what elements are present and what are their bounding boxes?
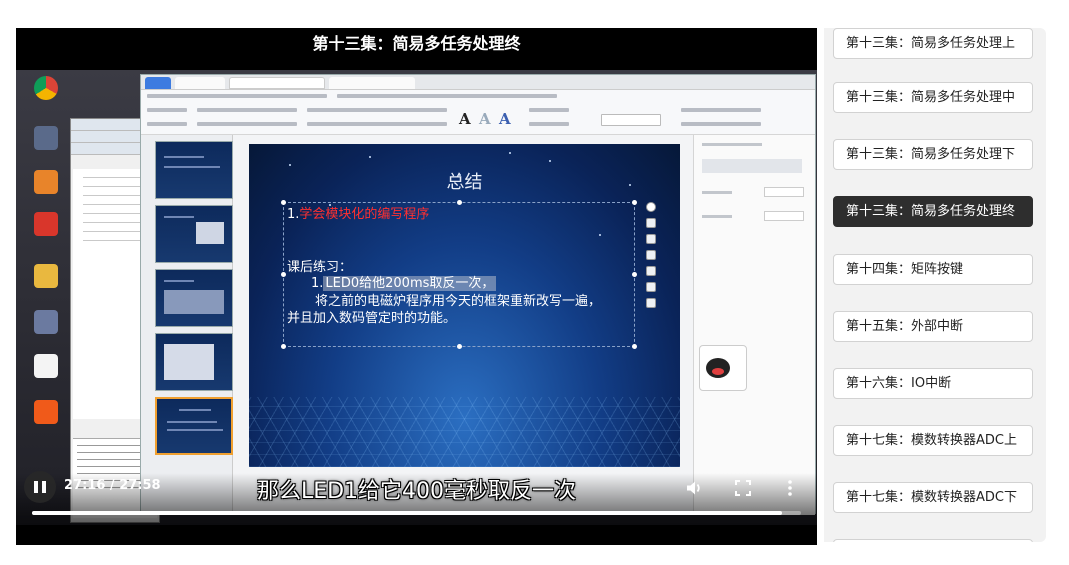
chrome-icon	[18, 76, 74, 108]
progress-fill	[32, 511, 782, 515]
slide-point-1: 1.学会模块化的编写程序	[287, 207, 430, 222]
wps-office-icon	[18, 212, 74, 244]
fullscreen-icon[interactable]	[733, 478, 753, 498]
playlist-item[interactable]: 第十三集：简易多任务处理上	[833, 28, 1033, 59]
episode-playlist: 第十三集：简易多任务处理上 第十三集：简易多任务处理中 第十三集：简易多任务处理…	[824, 28, 1046, 542]
more-vertical-icon[interactable]	[780, 478, 800, 498]
playlist-item[interactable]: 第十五集：外部中断	[833, 311, 1033, 342]
playlist-item-active[interactable]: 第十三集：简易多任务处理终	[833, 196, 1033, 227]
app-icon	[18, 126, 74, 158]
pause-button[interactable]	[24, 471, 56, 503]
playlist-item[interactable]: 第十六集：IO中断	[833, 368, 1033, 399]
file-icon	[18, 354, 74, 386]
app-icon	[18, 400, 74, 432]
playlist-item[interactable]: 第十三集：简易多任务处理中	[833, 82, 1033, 113]
slide-float-toolbar	[646, 202, 658, 308]
video-title: 第十三集：简易多任务处理终	[312, 34, 521, 53]
mascot-sticker	[699, 345, 747, 391]
slide-exercise-3: 并且加入数码管定时的功能。	[287, 311, 457, 326]
playlist-item[interactable]: 第十三集：简易多任务处理下	[833, 139, 1033, 170]
video-frame[interactable]: A A A 总结 1.学会模块化的编写程序 课后练习： 1. LED0给他200…	[16, 70, 817, 525]
duration: 27:58	[119, 478, 161, 493]
desktop-icons	[16, 70, 76, 525]
progress-bar[interactable]	[32, 511, 801, 515]
video-player[interactable]: 第十三集：简易多任务处理终 A A A 总结 1.学会模块化的编写程序 课后练习…	[16, 28, 817, 545]
presentation-slide: 总结 1.学会模块化的编写程序 课后练习： 1. LED0给他200ms取反一次，…	[249, 144, 680, 467]
volume-icon[interactable]	[684, 478, 704, 498]
playlist-item[interactable]: 第十七集：模数转换器ADC下	[833, 482, 1033, 513]
app-icon	[18, 310, 74, 342]
current-time: 27:16	[64, 478, 106, 493]
time-display: 27:16 / 27:58	[64, 478, 161, 493]
slide-title: 总结	[446, 172, 483, 193]
app-icon	[18, 170, 74, 202]
slide-exercise-1: 1. LED0给他200ms取反一次，	[311, 276, 497, 291]
playlist-item[interactable]: 第十四集：矩阵按键	[833, 254, 1033, 285]
folder-icon	[18, 264, 74, 296]
playlist-item[interactable]: 第十七集：模数转换器ADC上	[833, 425, 1033, 456]
playlist-item-partial[interactable]	[833, 539, 1033, 542]
pause-icon	[34, 481, 46, 493]
